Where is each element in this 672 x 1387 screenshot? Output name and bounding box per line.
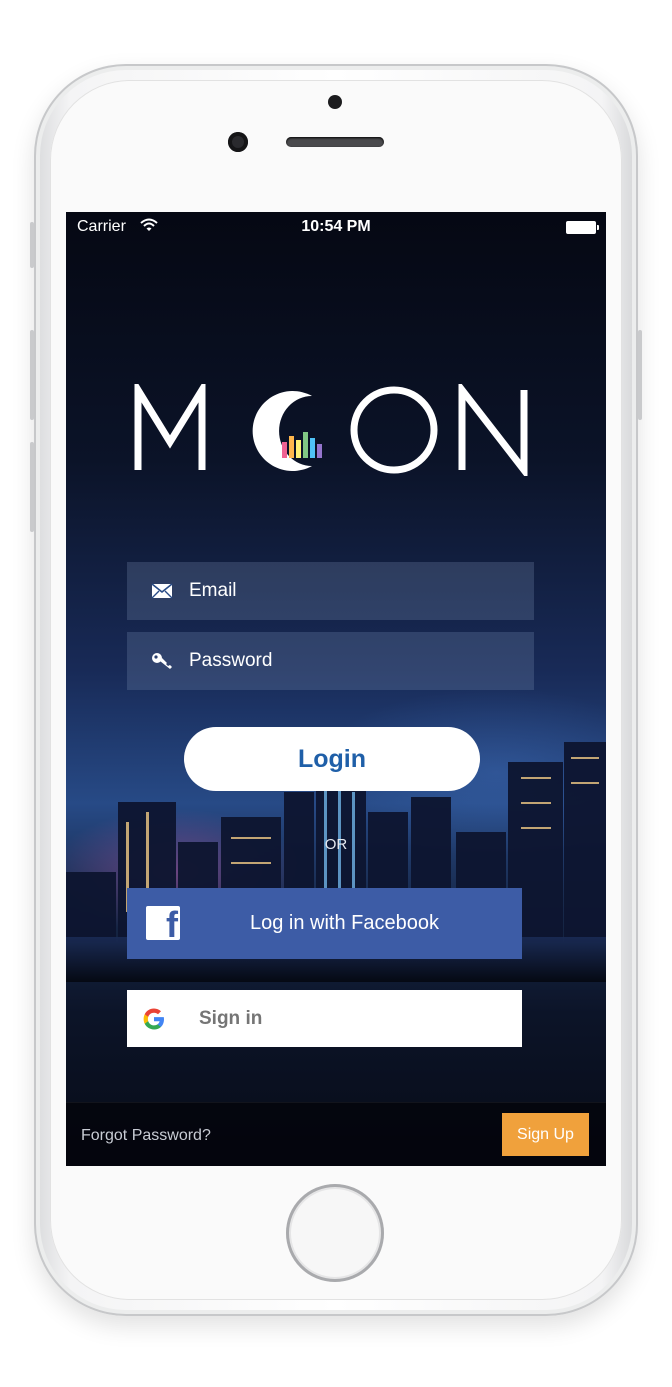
volume-up-button: [30, 330, 34, 420]
facebook-login-button[interactable]: f Log in with Facebook: [127, 888, 522, 959]
status-bar: Carrier 10:54 PM: [66, 212, 606, 242]
power-button: [638, 330, 642, 420]
email-field[interactable]: [127, 562, 534, 620]
clock: 10:54 PM: [301, 218, 371, 235]
google-signin-button[interactable]: Sign in: [127, 990, 522, 1047]
mute-switch: [30, 222, 34, 268]
app-logo: [132, 384, 542, 476]
google-icon: [143, 1008, 164, 1030]
proximity-sensor: [328, 95, 342, 109]
forgot-password-link[interactable]: Forgot Password?: [81, 1127, 211, 1145]
bottom-bar: Forgot Password? Sign Up: [66, 1102, 606, 1166]
earpiece-speaker: [286, 137, 384, 147]
front-camera: [228, 132, 248, 152]
email-input[interactable]: [189, 562, 519, 620]
home-button[interactable]: [286, 1184, 384, 1282]
password-input[interactable]: [189, 632, 519, 690]
app-screen: Carrier 10:54 PM Email Login OR f Log in…: [66, 212, 606, 1166]
or-divider: OR: [324, 836, 348, 853]
google-signin-label: Sign in: [199, 1008, 263, 1029]
login-button[interactable]: Login: [184, 727, 480, 791]
sign-up-button[interactable]: Sign Up: [502, 1113, 589, 1156]
email-icon: [151, 583, 173, 599]
battery-icon: [566, 221, 599, 234]
volume-down-button: [30, 442, 34, 532]
key-icon: [152, 653, 172, 669]
password-field[interactable]: [127, 632, 534, 690]
facebook-login-label: Log in with Facebook: [249, 912, 439, 934]
